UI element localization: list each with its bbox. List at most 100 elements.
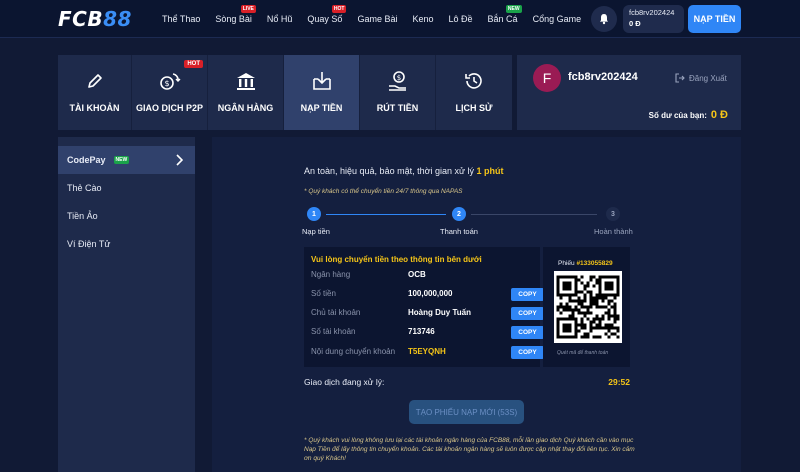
brand-logo[interactable]: FCB88 (58, 7, 132, 31)
bank-account-notice: * Quý khách vui lòng không lưu lại các t… (304, 437, 635, 462)
slip-label: Phiếu (558, 260, 577, 267)
nav-label: Sòng Bài (215, 14, 252, 24)
row-value: T5EYQNH (408, 347, 446, 356)
nav-label: Lô Đề (448, 14, 473, 24)
processing-status: Giao dịch đang xử lý: 29:52 (304, 377, 630, 387)
copy-amount-button[interactable]: COPY (511, 288, 544, 301)
logo-accent: 88 (103, 7, 132, 31)
tab-label: NGÂN HÀNG (217, 103, 274, 113)
nav-item-keno[interactable]: Keno (412, 14, 433, 24)
row-account-holder: Chủ tài khoản Hoàng Duy Tuấn COPY (311, 306, 544, 322)
main-nav: Thể Thao Sòng Bài LIVE Nổ Hũ Quay Số HOT G… (162, 0, 596, 38)
nav-badge-new: NEW (505, 5, 522, 13)
copy-content-button[interactable]: COPY (511, 346, 544, 359)
payment-qr-code (554, 271, 622, 343)
tab-bank[interactable]: NGÂN HÀNG (208, 55, 284, 130)
step-2-dot: 2 (452, 207, 466, 221)
row-amount: Số tiền 100,000,000 COPY (311, 287, 544, 303)
qr-caption: Quét mã để thanh toán (557, 350, 609, 356)
row-value: OCB (408, 270, 426, 279)
tab-history[interactable]: LỊCH SỬ (436, 55, 512, 130)
withdraw-icon: $ (388, 71, 406, 91)
sidebar-new-badge: NEW (113, 156, 130, 164)
sidebar-item-label: Tiền Ảo (67, 211, 98, 221)
sidebar-item-tien-ao[interactable]: Tiền Ảo (58, 202, 195, 230)
row-value: Hoàng Duy Tuấn (408, 308, 471, 317)
logout-button[interactable]: Đăng Xuất (675, 73, 727, 83)
tab-label: LỊCH SỬ (455, 103, 493, 113)
tab-withdraw[interactable]: $ RÚT TIỀN (360, 55, 436, 130)
nav-item-lo-de[interactable]: Lô Đề (449, 14, 473, 24)
row-account-number: Số tài khoản 713746 COPY (311, 325, 544, 341)
tab-account[interactable]: TÀI KHOẢN (58, 55, 132, 130)
intro-text: An toàn, hiệu quả, bảo mật, thời gian xử… (304, 166, 504, 176)
tab-label: GIAO DỊCH P2P (135, 103, 203, 113)
step-3-label: Hoàn thành (594, 227, 633, 236)
row-transfer-content: Nội dung chuyển khoản T5EYQNH COPY (311, 345, 544, 361)
row-key: Nội dung chuyển khoản (311, 347, 396, 356)
tab-deposit[interactable]: NẠP TIỀN (284, 55, 360, 130)
nav-item-quay-so[interactable]: Quay Số HOT (307, 5, 347, 24)
history-icon (465, 73, 482, 89)
copy-account-number-button[interactable]: COPY (511, 326, 544, 339)
profile-name: fcb8rv202424 (568, 71, 638, 83)
countdown-timer: 29:52 (608, 377, 630, 387)
step-1-label: Nạp tiền (302, 227, 330, 236)
p2p-icon: $ (159, 73, 180, 90)
notification-bell-button[interactable] (591, 6, 617, 32)
slip-reference: Phiếu #133055829 (558, 260, 613, 267)
bell-icon (600, 14, 608, 25)
row-key: Số tiền (311, 289, 336, 298)
row-value: 100,000,000 (408, 289, 453, 298)
svg-text:$: $ (396, 74, 400, 82)
nav-label: Game Bài (357, 14, 398, 24)
deposit-method-sidebar: CodePay NEW Thẻ Cào Tiền Ảo Ví Điện Tử (58, 137, 195, 472)
top-deposit-button[interactable]: NẠP TIỀN (688, 5, 741, 33)
intro-body: An toàn, hiệu quả, bảo mật, thời gian xử… (304, 166, 477, 176)
nav-item-song-bai[interactable]: Sòng Bài LIVE (215, 5, 256, 24)
avatar: F (533, 64, 561, 92)
deposit-icon (312, 72, 331, 90)
sidebar-item-the-cao[interactable]: Thẻ Cào (58, 174, 195, 202)
profile-card: F fcb8rv202424 Đăng Xuất Số dư của bạn: 0… (517, 55, 741, 130)
progress-stepper: 1 2 3 Nạp tiền Thanh toán Hoàn thành (302, 207, 634, 237)
row-bank: Ngân hàng OCB (311, 268, 535, 284)
step-connector (326, 214, 446, 215)
nav-item-the-thao[interactable]: Thể Thao (162, 14, 200, 24)
nav-item-cong-game[interactable]: Cổng Game (533, 14, 582, 24)
nav-label: Nổ Hũ (266, 14, 293, 24)
balance-value: 0 Đ (710, 109, 728, 121)
step-3-dot: 3 (606, 207, 620, 221)
account-username: fcb8rv202424 (629, 8, 675, 17)
nav-badge-live: LIVE (240, 5, 256, 13)
logo-main: FCB (58, 7, 104, 31)
nav-item-game-bai[interactable]: Game Bài (357, 14, 397, 24)
nav-badge-hot: HOT (331, 5, 347, 13)
sidebar-item-label: CodePay (67, 155, 106, 165)
processing-label: Giao dịch đang xử lý: (304, 377, 385, 387)
nav-item-ban-ca[interactable]: Bắn Cá NEW (488, 5, 522, 24)
row-key: Chủ tài khoản (311, 308, 361, 317)
profile-balance: Số dư của bạn: 0 Đ (649, 109, 728, 121)
account-summary[interactable]: fcb8rv202424 0 Đ (623, 5, 684, 33)
copy-holder-button[interactable]: COPY (511, 307, 544, 320)
nav-label: Cổng Game (532, 14, 582, 24)
row-key: Ngân hàng (311, 270, 351, 279)
sidebar-item-codepay[interactable]: CodePay NEW (58, 146, 195, 174)
top-navbar: FCB88 Thể Thao Sòng Bài LIVE Nổ Hũ Quay S… (0, 0, 800, 38)
sidebar-item-vi-dien-tu[interactable]: Ví Điện Tử (58, 230, 195, 258)
qr-code-icon (556, 275, 620, 339)
new-deposit-slip-button[interactable]: TẠO PHIẾU NẠP MỚI (53S) (409, 400, 524, 424)
nav-item-no-hu[interactable]: Nổ Hũ (267, 14, 293, 24)
balance-label: Số dư của bạn: (648, 111, 707, 120)
chevron-right-icon (176, 154, 183, 166)
tab-p2p[interactable]: HOT $ GIAO DỊCH P2P (132, 55, 208, 130)
logout-label: Đăng Xuất (689, 73, 727, 83)
sidebar-item-label: Ví Điện Tử (67, 239, 111, 249)
transfer-title: Vui lòng chuyển tiền theo thông tin bên … (311, 255, 482, 264)
nav-label: Quay Số (307, 14, 343, 24)
transfer-info-panel: Vui lòng chuyển tiền theo thông tin bên … (304, 247, 544, 367)
deposit-panel: An toàn, hiệu quả, bảo mật, thời gian xử… (212, 137, 741, 472)
row-value: 713746 (408, 327, 435, 336)
slip-number: #133055829 (576, 260, 613, 267)
